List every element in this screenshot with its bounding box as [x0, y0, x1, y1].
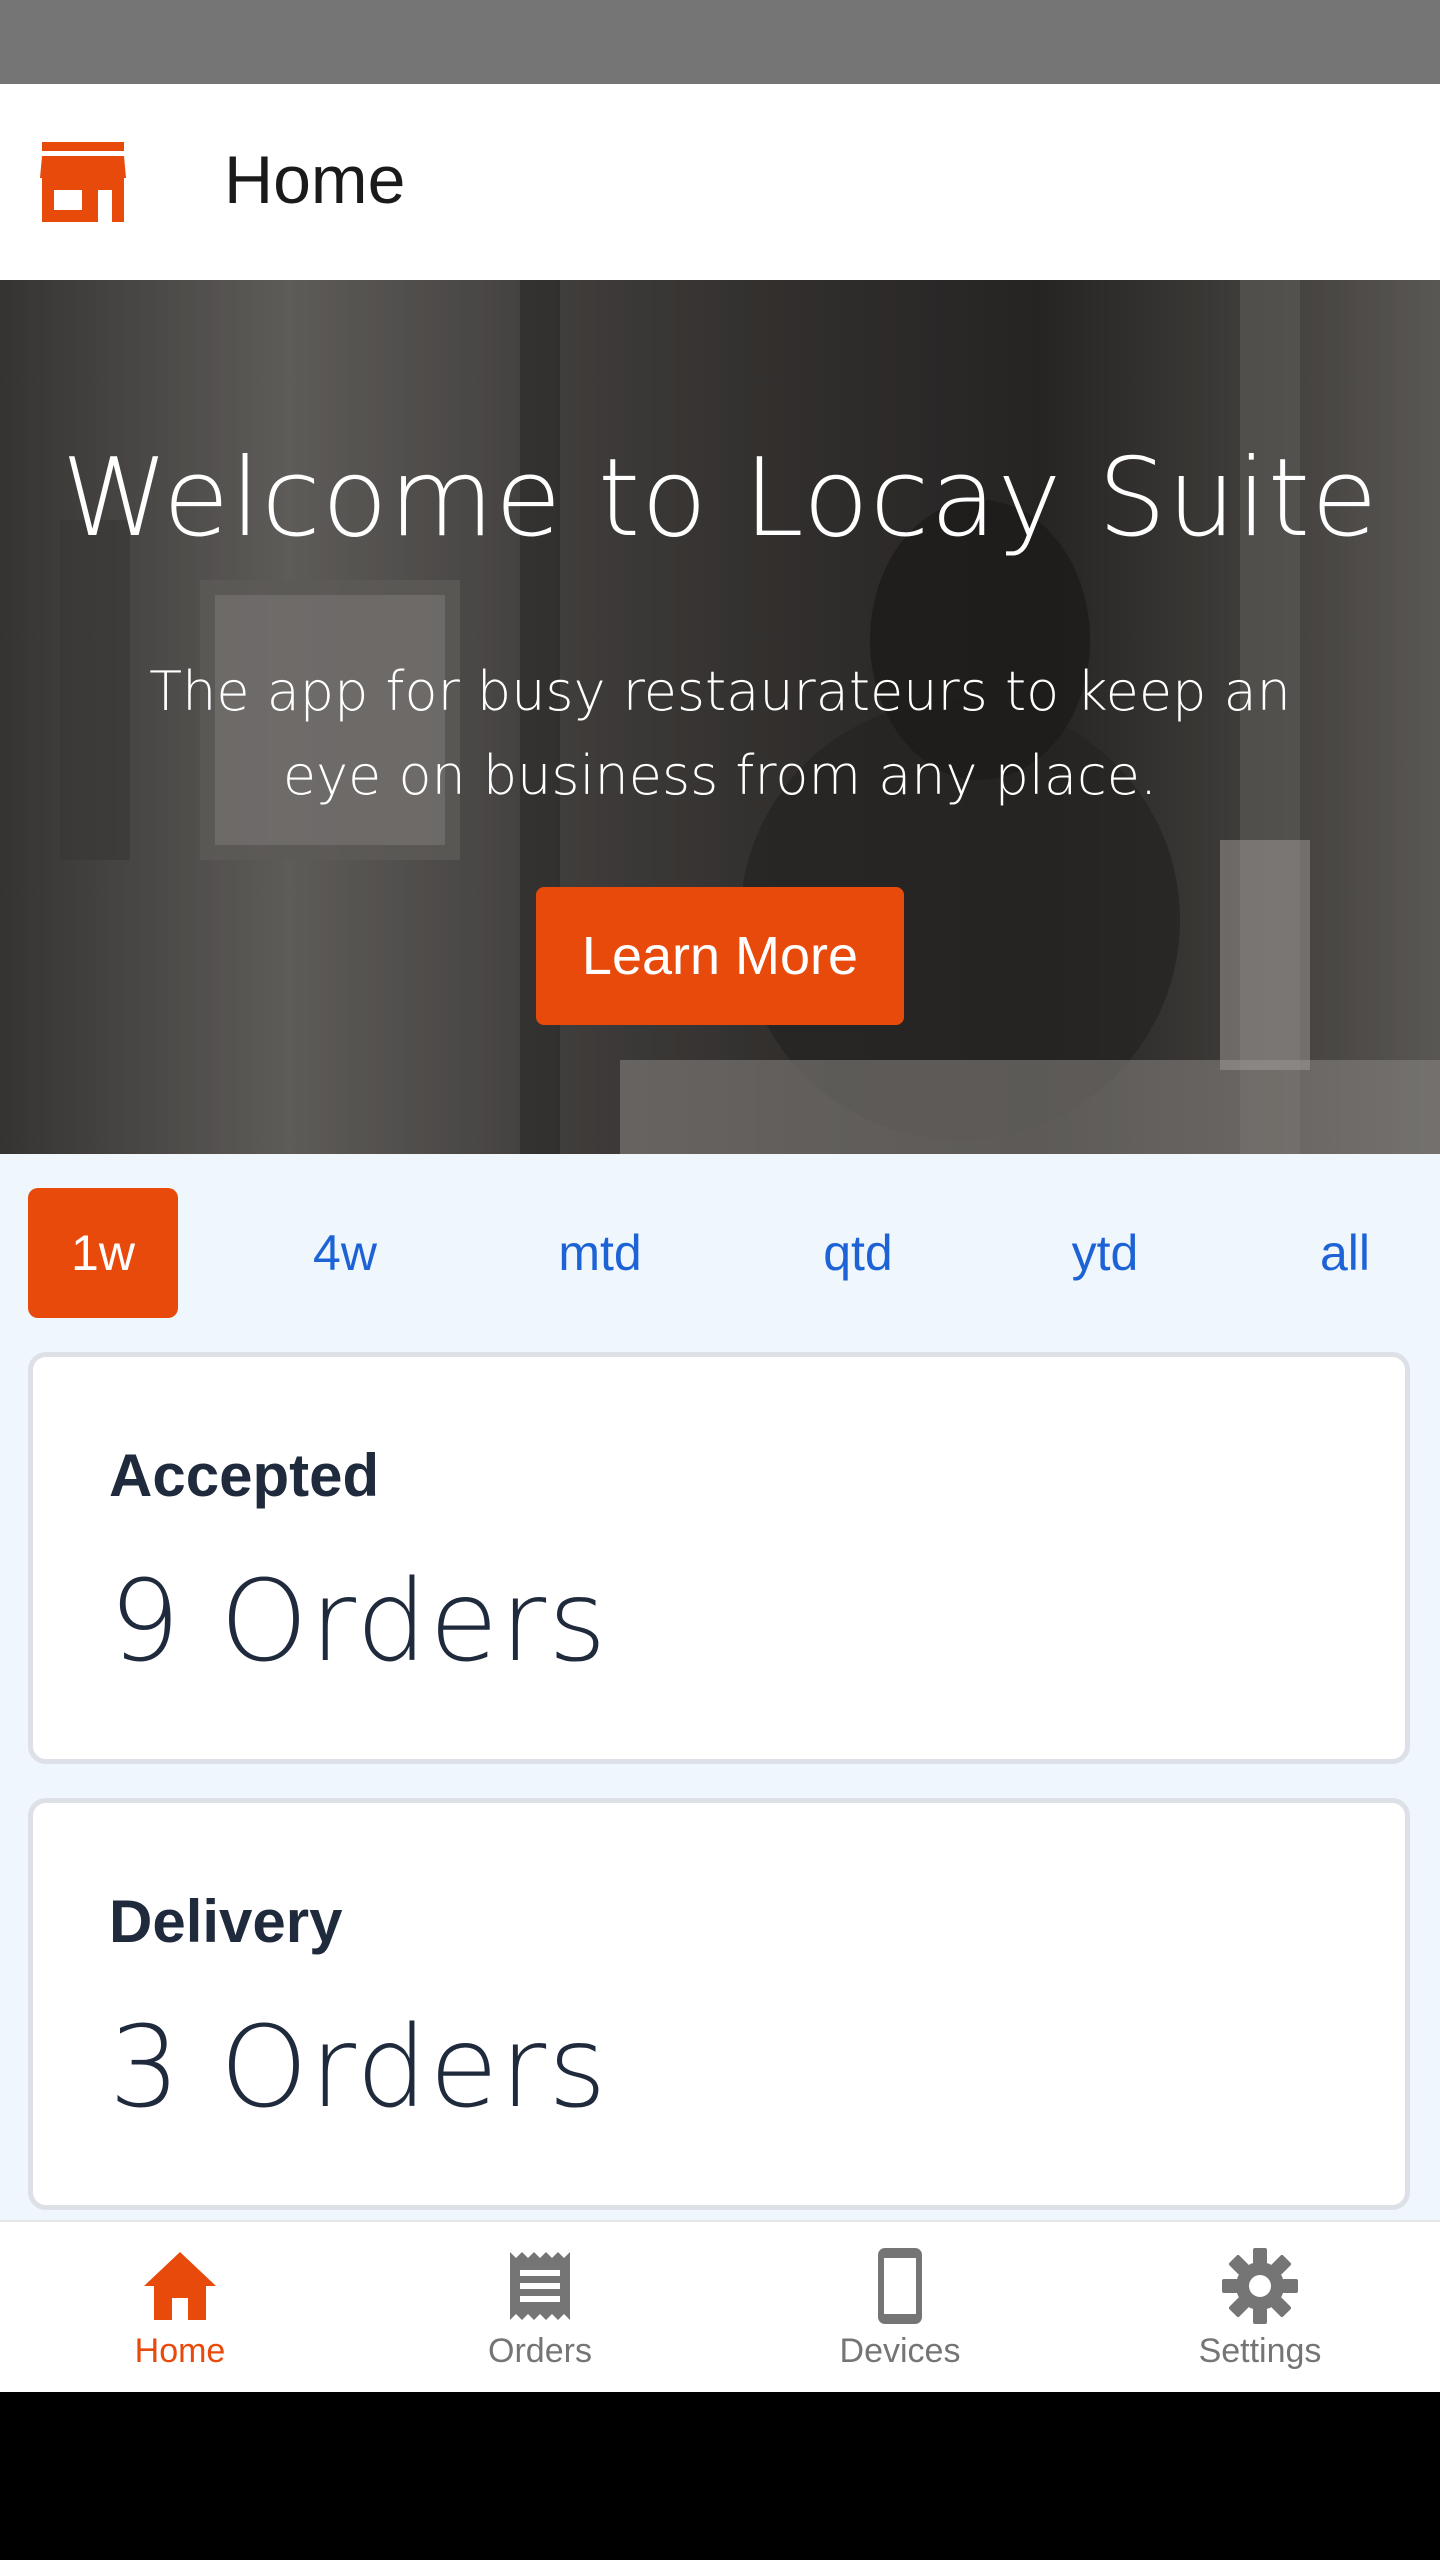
page-title: Home [224, 142, 406, 218]
app-bar: Home [0, 84, 1440, 280]
period-4w[interactable]: 4w [270, 1188, 420, 1318]
nav-home[interactable]: Home [0, 2222, 360, 2394]
nav-label: Orders [488, 2332, 592, 2370]
home-icon [144, 2252, 216, 2320]
nav-label: Home [134, 2332, 226, 2370]
system-navigation-bar [0, 2392, 1440, 2560]
nav-label: Devices [839, 2332, 961, 2370]
hero-banner: Welcome to Locay Suite The app for busy … [0, 280, 1440, 1154]
store-icon [40, 142, 126, 222]
hero-subtitle: The app for busy restaurateurs to keep a… [149, 660, 1291, 807]
learn-more-button[interactable]: Learn More [536, 887, 904, 1025]
nav-orders[interactable]: Orders [360, 2222, 720, 2394]
phone-icon [878, 2248, 922, 2324]
nav-label: Settings [1198, 2332, 1322, 2370]
bottom-navigation: Home Orders Devices Settings [0, 2220, 1440, 2392]
period-1w[interactable]: 1w [28, 1188, 178, 1318]
period-ytd[interactable]: ytd [1030, 1188, 1180, 1318]
card-value: 9 Orders [109, 1557, 609, 1687]
dashboard-content: 1w 4w mtd qtd ytd all Accepted 9 Orders … [0, 1154, 1440, 2220]
period-mtd[interactable]: mtd [525, 1188, 675, 1318]
nav-settings[interactable]: Settings [1080, 2222, 1440, 2394]
receipt-icon [510, 2252, 570, 2320]
accepted-orders-card[interactable]: Accepted 9 Orders [28, 1352, 1410, 1764]
gear-icon [1222, 2248, 1298, 2324]
status-bar [0, 0, 1440, 84]
card-label: Delivery [109, 1888, 343, 1955]
period-selector: 1w 4w mtd qtd ytd all [0, 1188, 1440, 1318]
card-label: Accepted [109, 1442, 380, 1509]
period-qtd[interactable]: qtd [783, 1188, 933, 1318]
period-all[interactable]: all [1270, 1188, 1420, 1318]
nav-devices[interactable]: Devices [720, 2222, 1080, 2394]
delivery-orders-card[interactable]: Delivery 3 Orders [28, 1798, 1410, 2210]
hero-headline: Welcome to Locay Suite [61, 436, 1379, 561]
card-value: 3 Orders [109, 2003, 609, 2133]
